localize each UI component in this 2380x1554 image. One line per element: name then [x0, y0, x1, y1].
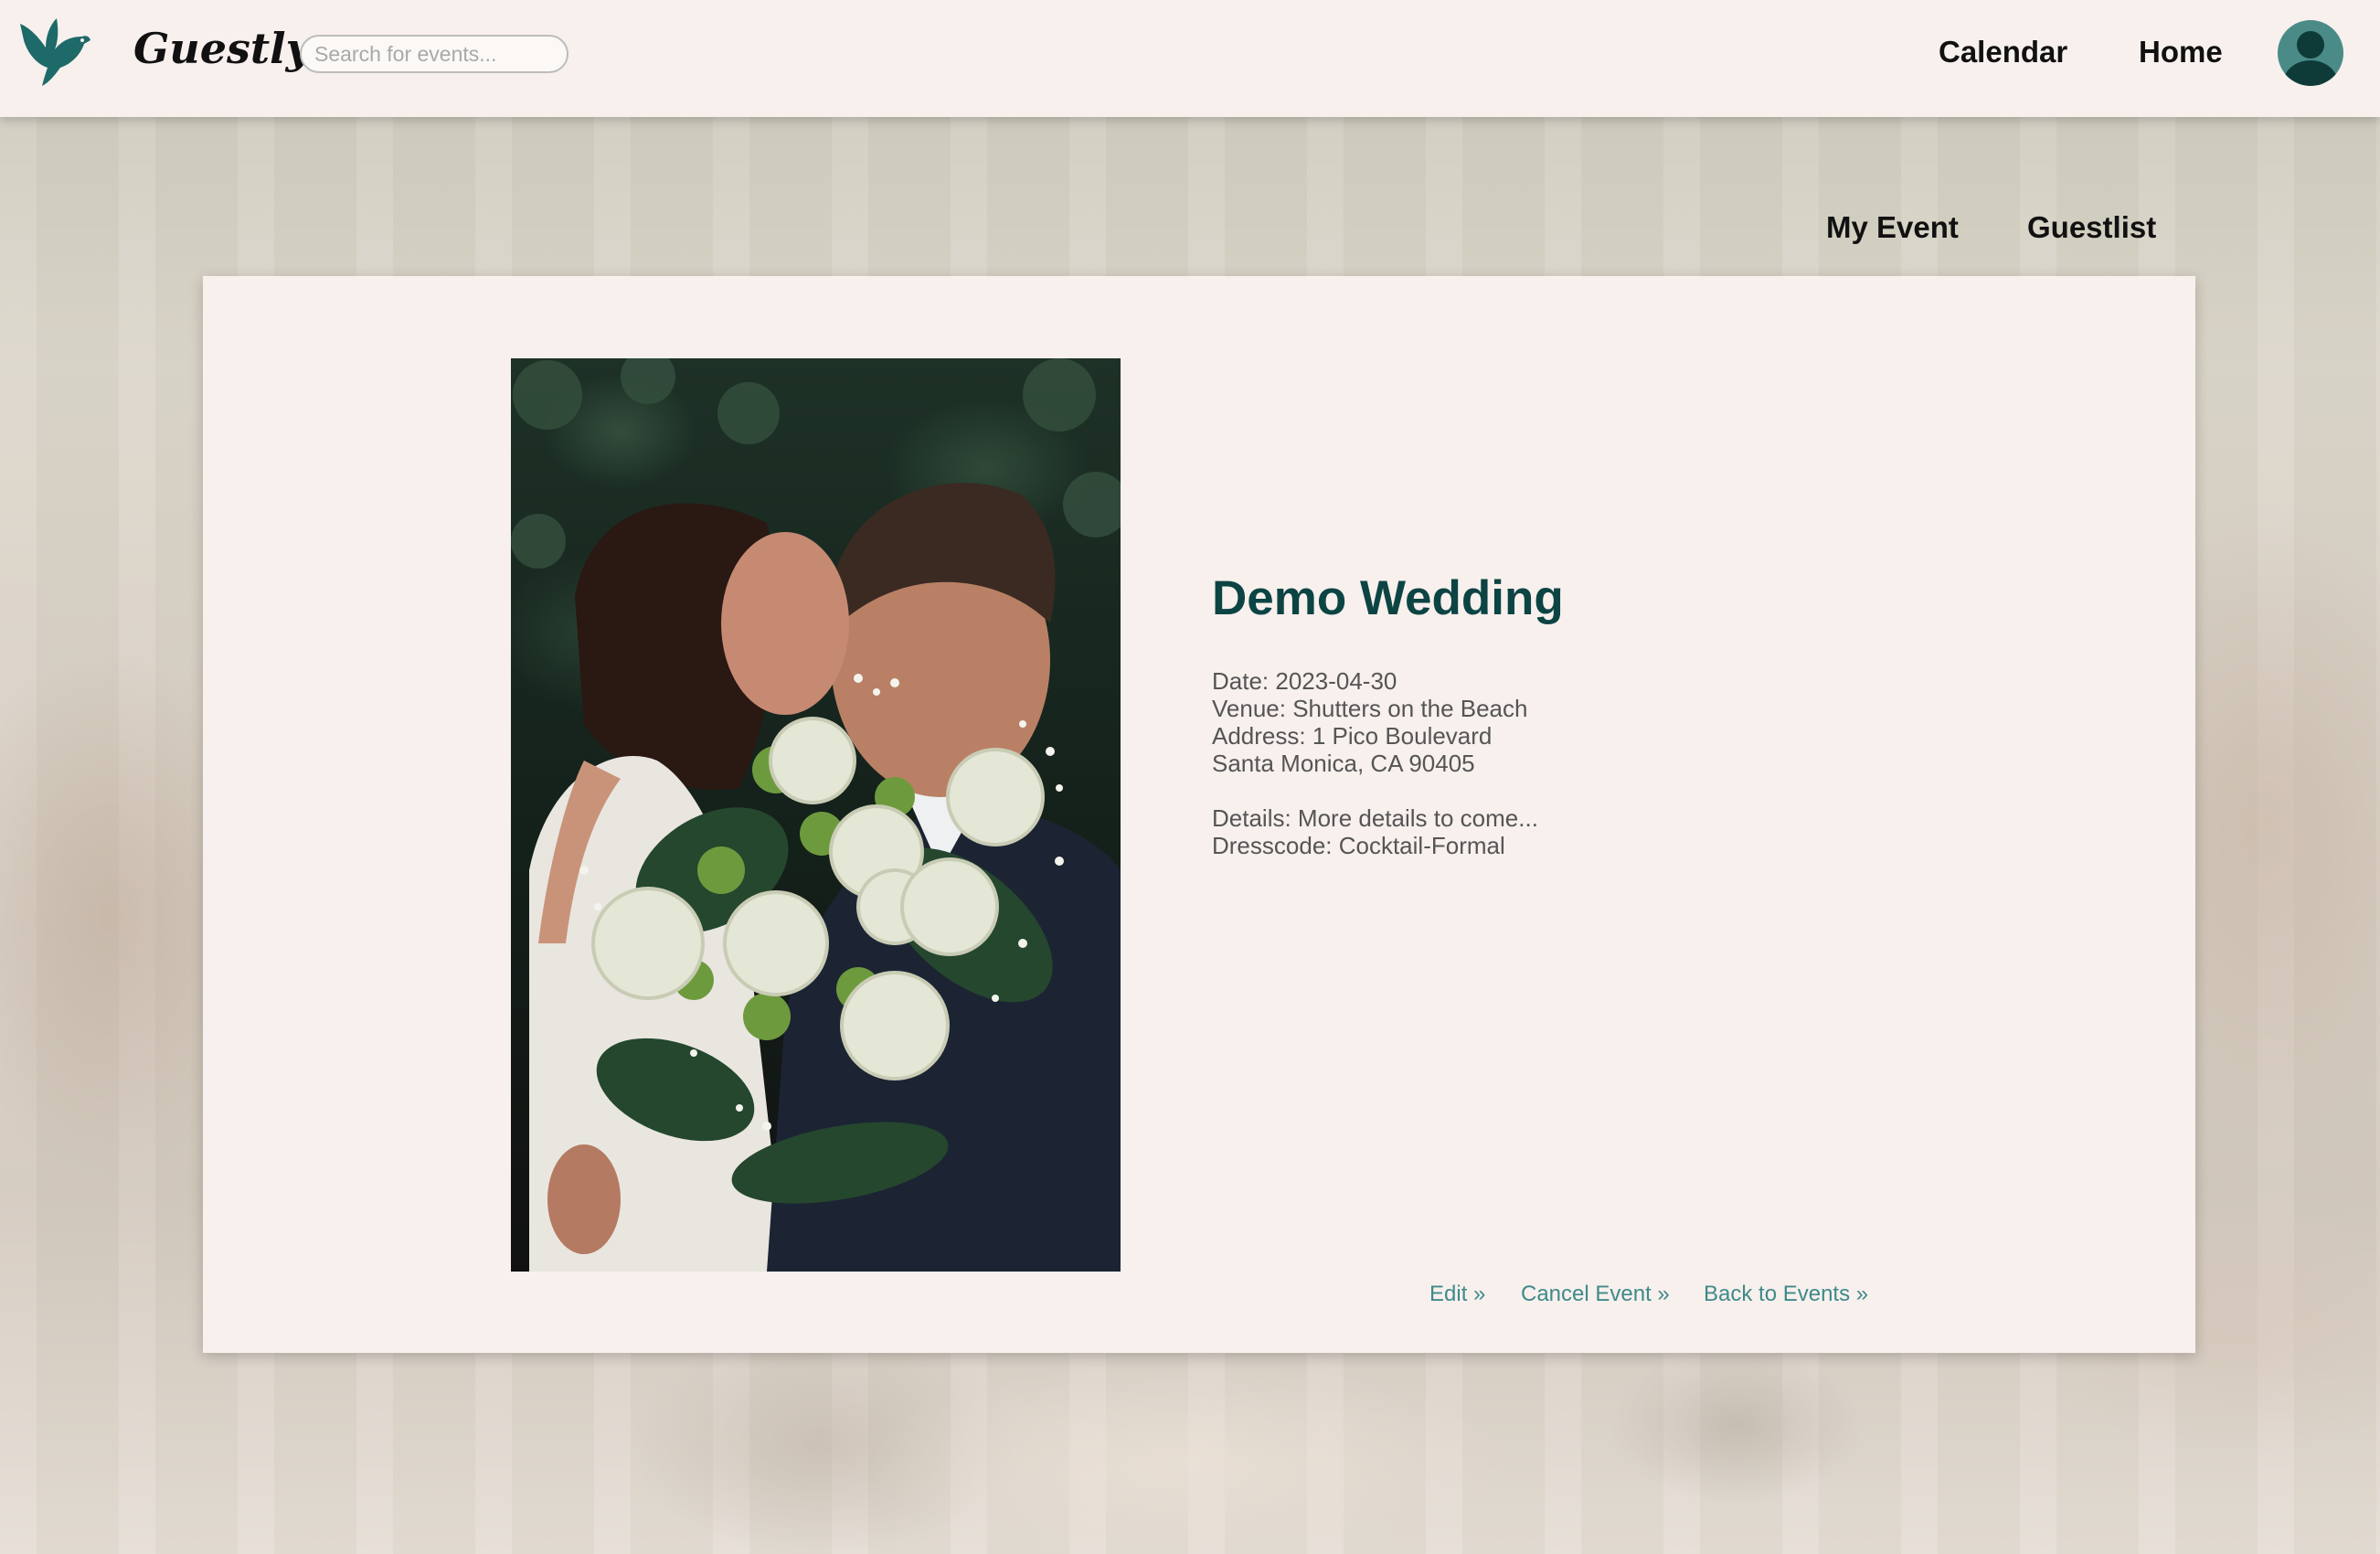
back-to-events-link[interactable]: Back to Events »	[1704, 1282, 1868, 1307]
edit-event-link[interactable]: Edit »	[1429, 1282, 1485, 1307]
search-input[interactable]	[300, 35, 568, 73]
event-address-line1: Address: 1 Pico Boulevard	[1212, 722, 1493, 750]
event-photo	[511, 358, 1121, 1272]
event-card	[203, 276, 2195, 1353]
avatar-body-shape	[2283, 60, 2338, 86]
event-info-block: Date: 2023-04-30 Venue: Shutters on the …	[1212, 667, 1527, 777]
event-venue: Venue: Shutters on the Beach	[1212, 695, 1528, 722]
tab-guestlist[interactable]: Guestlist	[2027, 210, 2156, 245]
bird-logo-icon[interactable]	[18, 16, 91, 88]
event-details: Details: More details to come...	[1212, 804, 1538, 832]
nav-calendar-link[interactable]: Calendar	[1939, 35, 2067, 69]
user-avatar-icon[interactable]	[2278, 20, 2343, 86]
event-details-block: Details: More details to come... Dressco…	[1212, 804, 1538, 859]
top-navbar: Guestly Calendar Home	[0, 0, 2380, 117]
event-date: Date: 2023-04-30	[1212, 667, 1397, 695]
event-dresscode: Dresscode: Cocktail-Formal	[1212, 832, 1505, 859]
event-title: Demo Wedding	[1212, 571, 1564, 625]
cancel-event-link[interactable]: Cancel Event »	[1521, 1282, 1670, 1307]
tab-my-event[interactable]: My Event	[1826, 210, 1959, 245]
brand-name[interactable]: Guestly	[133, 24, 310, 73]
wedding-couple-illustration	[511, 358, 1121, 1272]
avatar-head-shape	[2297, 31, 2324, 59]
nav-home-link[interactable]: Home	[2139, 35, 2223, 69]
event-address-line2: Santa Monica, CA 90405	[1212, 750, 1475, 777]
